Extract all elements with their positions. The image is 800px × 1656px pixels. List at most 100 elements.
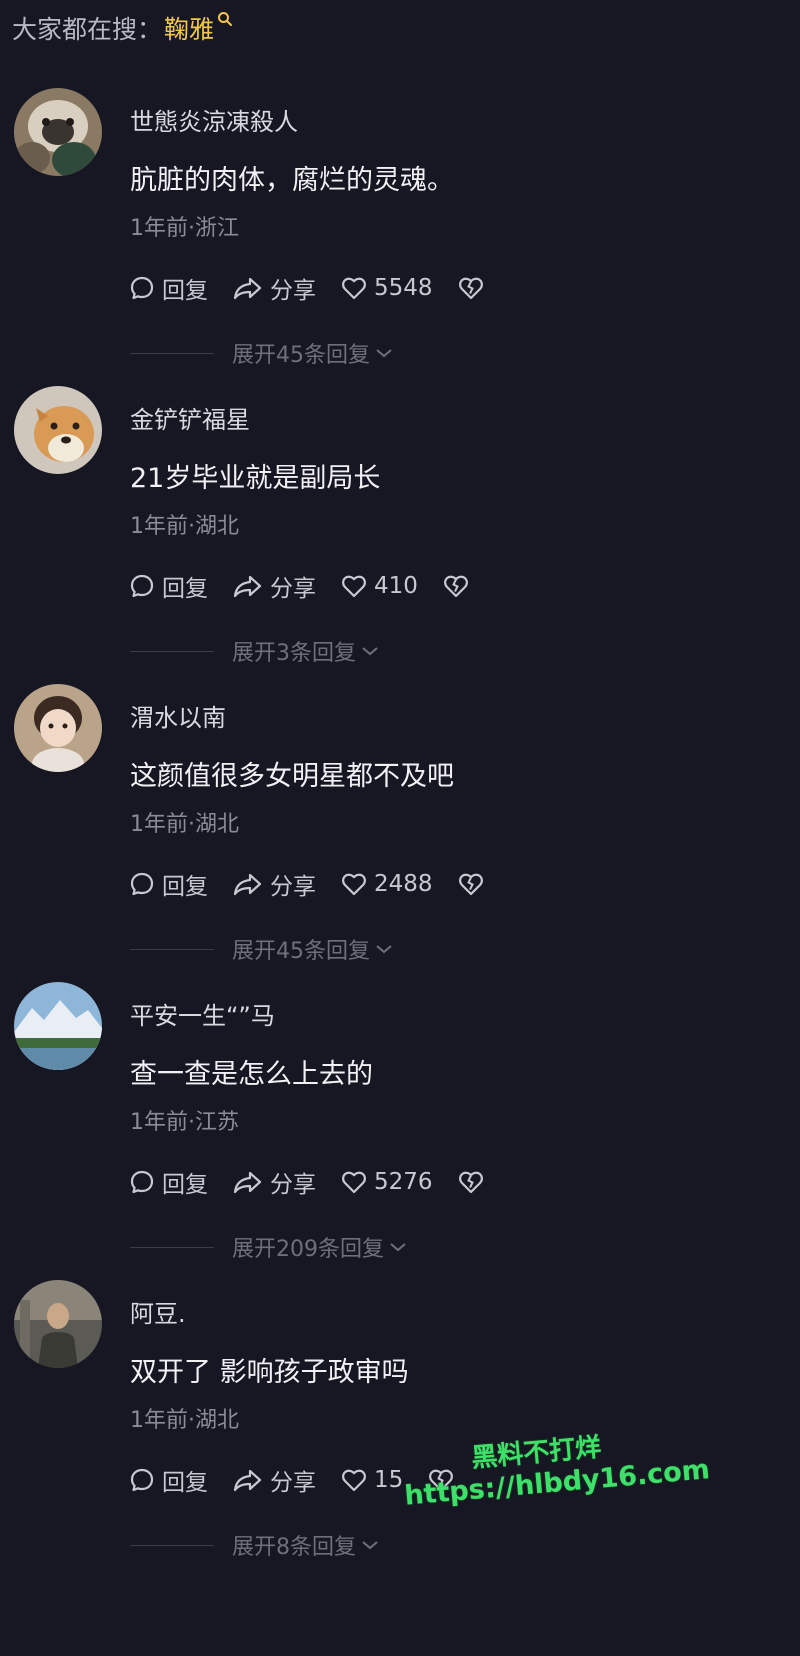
expand-replies-label: 展开45条回复 xyxy=(232,939,370,964)
share-label: 分享 xyxy=(270,1172,316,1198)
chevron-down-icon xyxy=(388,1240,408,1254)
dislike-button[interactable] xyxy=(457,870,485,898)
expand-replies-button[interactable]: 展开45条回复 xyxy=(130,338,394,368)
like-button[interactable]: 15 xyxy=(340,1466,403,1494)
search-icon xyxy=(217,4,233,33)
share-button[interactable]: 分享 xyxy=(232,867,316,901)
expand-replies-button[interactable]: 展开209条回复 xyxy=(130,1232,408,1262)
heart-icon xyxy=(340,274,368,302)
reply-label: 回复 xyxy=(162,874,208,900)
avatar[interactable] xyxy=(14,386,102,474)
share-button[interactable]: 分享 xyxy=(232,1463,316,1497)
like-count: 2488 xyxy=(374,871,433,897)
expand-replies-button[interactable]: 展开8条回复 xyxy=(130,1530,380,1560)
reply-button[interactable]: 回复 xyxy=(128,271,208,305)
share-icon xyxy=(232,870,264,898)
share-label: 分享 xyxy=(270,874,316,900)
expand-replies-label: 展开45条回复 xyxy=(232,343,370,368)
reply-button[interactable]: 回复 xyxy=(128,569,208,603)
comment-actions: 回复 分享 410 xyxy=(128,568,470,604)
like-count: 15 xyxy=(374,1467,404,1493)
expand-replies-label: 展开3条回复 xyxy=(232,641,356,666)
divider xyxy=(130,352,214,354)
broken-heart-icon xyxy=(442,572,470,600)
share-label: 分享 xyxy=(270,278,316,304)
share-label: 分享 xyxy=(270,576,316,602)
chevron-down-icon xyxy=(360,1538,380,1552)
heart-icon xyxy=(340,870,368,898)
share-icon xyxy=(232,572,264,600)
comment-actions: 回复 分享 5276 xyxy=(128,1164,485,1200)
search-suggestion-bar[interactable]: 大家都在搜： 鞠雅 xyxy=(12,8,233,48)
reply-button[interactable]: 回复 xyxy=(128,867,208,901)
comment-actions: 回复 分享 5548 xyxy=(128,270,485,306)
avatar[interactable] xyxy=(14,1280,102,1368)
comment-actions: 回复 分享 2488 xyxy=(128,866,485,902)
like-count: 410 xyxy=(374,573,418,599)
comment-username[interactable]: 渭水以南 xyxy=(130,698,226,733)
like-count: 5548 xyxy=(374,275,433,301)
heart-icon xyxy=(340,1466,368,1494)
avatar[interactable] xyxy=(14,88,102,176)
comment-text: 21岁毕业就是副局长 xyxy=(130,463,381,494)
reply-icon xyxy=(128,1466,156,1494)
expand-replies-label: 展开209条回复 xyxy=(232,1237,384,1262)
comment-text: 双开了 影响孩子政审吗 xyxy=(130,1357,409,1388)
expand-replies-label: 展开8条回复 xyxy=(232,1535,356,1560)
comment-text: 肮脏的肉体，腐烂的灵魂。 xyxy=(130,165,454,196)
share-icon xyxy=(232,1168,264,1196)
reply-button[interactable]: 回复 xyxy=(128,1463,208,1497)
search-keyword[interactable]: 鞠雅 xyxy=(164,10,214,46)
comment-username[interactable]: 金铲铲福星 xyxy=(130,400,250,435)
dislike-button[interactable] xyxy=(457,1168,485,1196)
search-prefix: 大家都在搜： xyxy=(12,15,163,44)
broken-heart-icon xyxy=(457,870,485,898)
divider xyxy=(130,948,214,950)
share-button[interactable]: 分享 xyxy=(232,569,316,603)
share-icon xyxy=(232,1466,264,1494)
reply-icon xyxy=(128,870,156,898)
like-count: 5276 xyxy=(374,1169,433,1195)
like-button[interactable]: 5548 xyxy=(340,274,433,302)
comment-meta: 1年前·浙江 xyxy=(130,216,239,241)
dislike-button[interactable] xyxy=(457,274,485,302)
comment-text: 这颜值很多女明星都不及吧 xyxy=(130,761,454,792)
reply-label: 回复 xyxy=(162,576,208,602)
share-button[interactable]: 分享 xyxy=(232,271,316,305)
reply-label: 回复 xyxy=(162,1172,208,1198)
reply-icon xyxy=(128,274,156,302)
expand-replies-button[interactable]: 展开45条回复 xyxy=(130,934,394,964)
comment-item: 金铲铲福星 21岁毕业就是副局长 1年前·湖北 回复 分享 410 展开3条回复 xyxy=(0,386,800,701)
share-label: 分享 xyxy=(270,1470,316,1496)
chevron-down-icon xyxy=(374,942,394,956)
reply-label: 回复 xyxy=(162,1470,208,1496)
reply-icon xyxy=(128,1168,156,1196)
expand-replies-button[interactable]: 展开3条回复 xyxy=(130,636,380,666)
like-button[interactable]: 410 xyxy=(340,572,418,600)
dislike-button[interactable] xyxy=(442,572,470,600)
like-button[interactable]: 5276 xyxy=(340,1168,433,1196)
chevron-down-icon xyxy=(374,346,394,360)
heart-icon xyxy=(340,1168,368,1196)
share-icon xyxy=(232,274,264,302)
avatar[interactable] xyxy=(14,982,102,1070)
comment-username[interactable]: 平安一生“”马 xyxy=(130,996,275,1031)
comment-item: 世態炎涼凍殺人 肮脏的肉体，腐烂的灵魂。 1年前·浙江 回复 分享 5548 展… xyxy=(0,88,800,403)
comment-meta: 1年前·湖北 xyxy=(130,1408,239,1433)
share-button[interactable]: 分享 xyxy=(232,1165,316,1199)
avatar[interactable] xyxy=(14,684,102,772)
divider xyxy=(130,1246,214,1248)
reply-button[interactable]: 回复 xyxy=(128,1165,208,1199)
comment-meta: 1年前·湖北 xyxy=(130,812,239,837)
broken-heart-icon xyxy=(457,274,485,302)
reply-label: 回复 xyxy=(162,278,208,304)
comment-username[interactable]: 阿豆. xyxy=(130,1294,186,1329)
heart-icon xyxy=(340,572,368,600)
like-button[interactable]: 2488 xyxy=(340,870,433,898)
comment-item: 平安一生“”马 查一查是怎么上去的 1年前·江苏 回复 分享 5276 展开20… xyxy=(0,982,800,1297)
comment-username[interactable]: 世態炎涼凍殺人 xyxy=(130,102,298,137)
chevron-down-icon xyxy=(360,644,380,658)
comment-meta: 1年前·江苏 xyxy=(130,1110,239,1135)
divider xyxy=(130,650,214,652)
broken-heart-icon xyxy=(457,1168,485,1196)
